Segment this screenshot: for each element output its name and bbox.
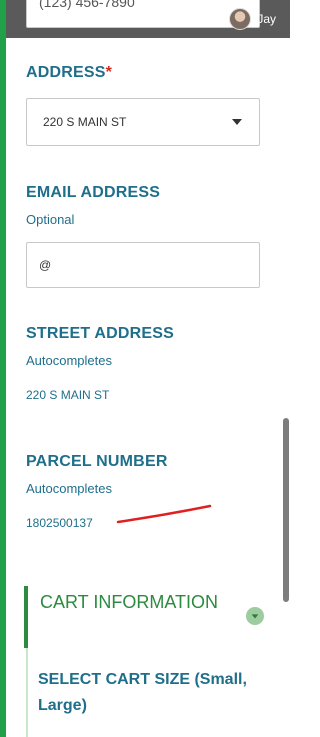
- left-accent-stripe: [0, 0, 6, 737]
- street-address-hint: Autocompletes: [26, 353, 112, 368]
- chevron-down-icon: [232, 119, 242, 125]
- chevron-down-icon: [251, 614, 259, 619]
- avatar: [229, 8, 252, 30]
- email-label: EMAIL ADDRESS: [26, 184, 161, 201]
- cart-section-border: [24, 586, 28, 648]
- cart-collapse-button[interactable]: [246, 607, 264, 625]
- email-input[interactable]: @: [26, 242, 260, 288]
- user-name: Jay: [257, 12, 276, 26]
- address-select[interactable]: 220 S MAIN ST: [26, 98, 260, 146]
- cart-information-title: CART INFORMATION: [40, 592, 219, 612]
- phone-input[interactable]: (123) 456-7890: [26, 0, 260, 28]
- select-cart-size-label: SELECT CART SIZE (Small, Large): [38, 671, 247, 714]
- address-selected-value: 220 S MAIN ST: [43, 115, 127, 129]
- street-address-value: 220 S MAIN ST: [26, 388, 110, 402]
- parcel-number-value: 1802500137: [26, 516, 93, 530]
- parcel-number-label: PARCEL NUMBER: [26, 453, 168, 470]
- parcel-number-hint: Autocompletes: [26, 481, 112, 496]
- phone-value: (123) 456-7890: [39, 0, 135, 10]
- cart-section-border-light: [26, 648, 28, 737]
- user-menu[interactable]: Jay: [229, 8, 276, 30]
- address-label: ADDRESS*: [26, 64, 113, 81]
- email-value: @: [39, 258, 52, 272]
- street-address-label: STREET ADDRESS: [26, 325, 175, 342]
- scrollbar-thumb[interactable]: [283, 418, 289, 602]
- required-mark: *: [105, 64, 113, 81]
- red-annotation-mark: [116, 504, 212, 524]
- email-hint: Optional: [26, 212, 75, 227]
